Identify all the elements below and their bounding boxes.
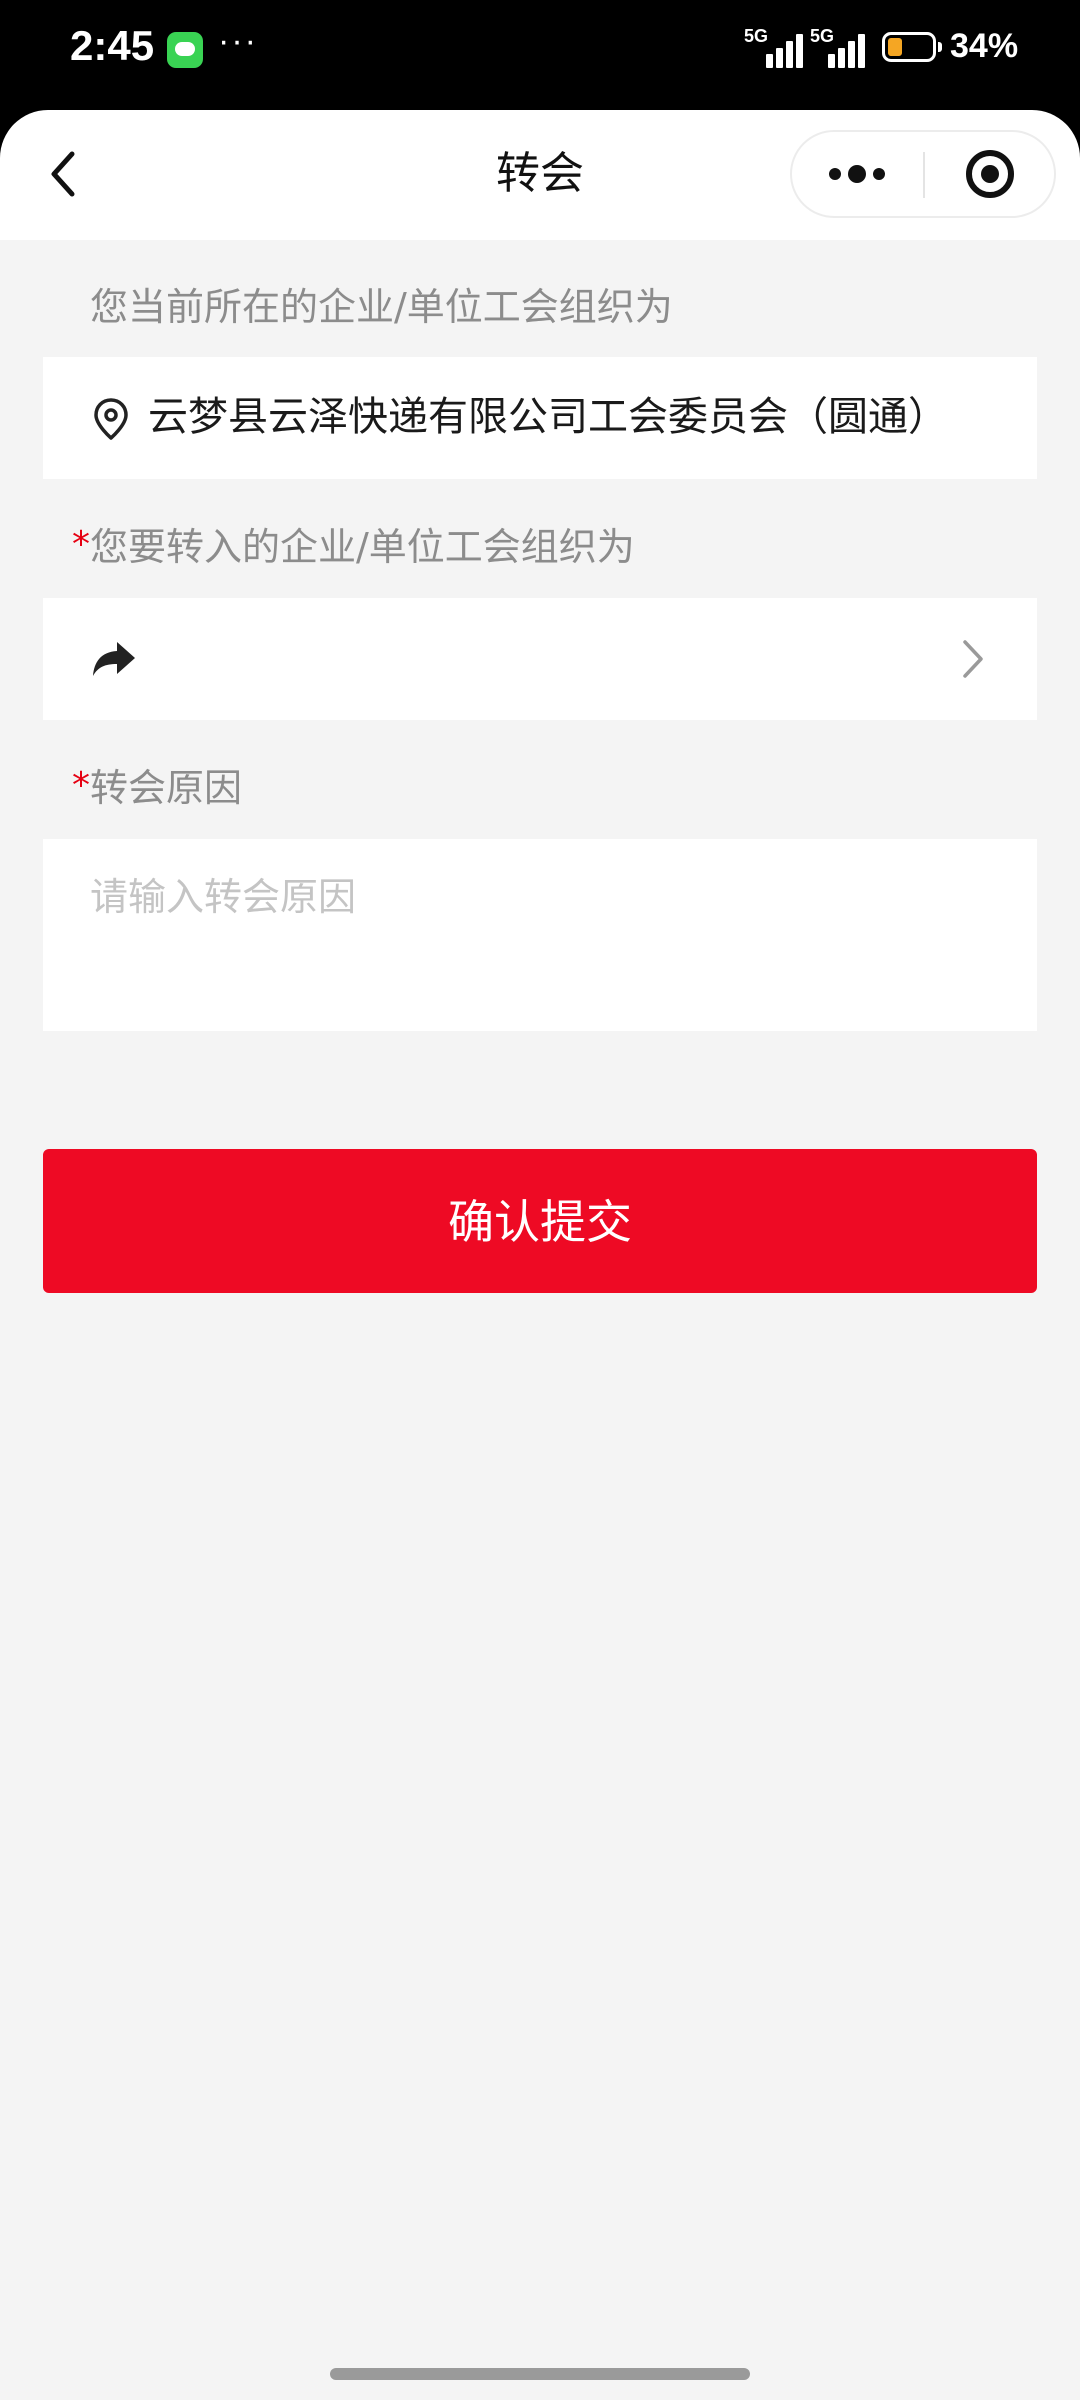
signal-icon: 5G xyxy=(744,26,804,68)
form-content: 您当前所在的企业/单位工会组织为 云梦县云泽快递有限公司工会委员会（圆通） * 您… xyxy=(0,240,1080,2400)
network-type-label: 5G xyxy=(810,26,835,46)
target-circle-icon xyxy=(966,150,1014,198)
location-pin-icon xyxy=(94,398,128,440)
chevron-right-icon xyxy=(963,640,983,678)
reason-label-text: 转会原因 xyxy=(90,766,243,810)
target-org-label-text: 您要转入的企业/单位工会组织为 xyxy=(90,525,635,569)
mini-program-capsule xyxy=(790,130,1056,218)
current-org-label: 您当前所在的企业/单位工会组织为 xyxy=(90,285,673,329)
target-org-label: * 您要转入的企业/单位工会组织为 xyxy=(72,522,635,572)
status-time: 2:45 xyxy=(70,22,155,69)
target-org-value xyxy=(153,628,953,688)
status-bar: 2:45 ··· 5G 5G 34% xyxy=(0,0,1080,110)
status-more-dots: ··· xyxy=(218,22,258,60)
battery-percent: 34% xyxy=(950,27,1019,65)
target-org-selector[interactable] xyxy=(43,598,1037,720)
network-type-label: 5G xyxy=(744,26,769,46)
reason-label: * 转会原因 xyxy=(72,763,243,813)
signal-icon: 5G xyxy=(810,26,870,68)
message-icon xyxy=(167,32,203,68)
home-indicator[interactable] xyxy=(330,2368,750,2380)
share-forward-icon xyxy=(93,642,135,676)
required-marker: * xyxy=(72,524,90,565)
battery-level-fill xyxy=(888,38,902,56)
submit-button[interactable]: 确认提交 xyxy=(43,1149,1037,1293)
reason-card xyxy=(43,839,1037,1031)
more-button[interactable] xyxy=(792,132,923,216)
battery-icon xyxy=(882,32,942,62)
required-marker: * xyxy=(72,765,90,806)
current-org-card: 云梦县云泽快递有限公司工会委员会（圆通） xyxy=(43,357,1037,479)
current-org-value: 云梦县云泽快递有限公司工会委员会（圆通） xyxy=(148,394,948,440)
close-mini-program-button[interactable] xyxy=(925,132,1056,216)
nav-header: 转会 xyxy=(0,110,1080,240)
reason-input[interactable] xyxy=(90,869,990,999)
more-dots-icon xyxy=(829,165,885,183)
